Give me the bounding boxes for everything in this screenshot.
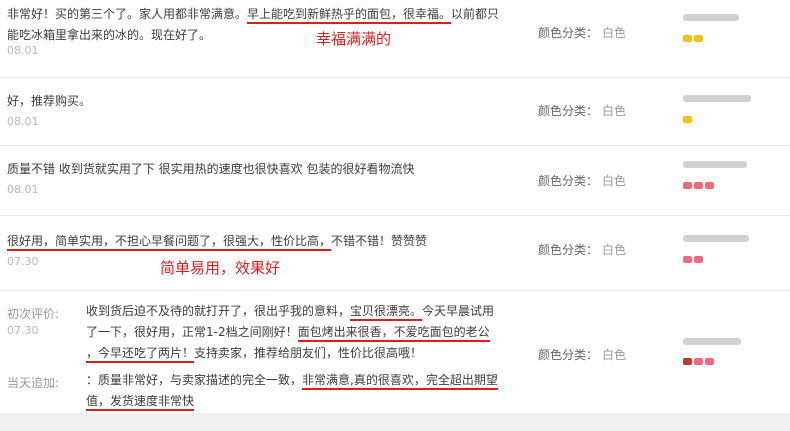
sku-label: 颜色分类： [538, 243, 599, 257]
blurred-username [683, 161, 747, 168]
review-row: 质量不错 收到货就实用了下 很实用热的速度也很快喜欢 包装的很好看物流快 08.… [0, 145, 790, 216]
append-review-label: 当天追加: [7, 376, 60, 390]
append-review-text: ：质量非常好，与卖家描述的完全一致，非常满意,真的很喜欢，完全超出期望 值，发货… [86, 370, 506, 412]
first-review-label: 初次评价: [7, 307, 60, 321]
rank-heart-icon [694, 358, 703, 365]
review-text-part: 今天早晨试用 [422, 304, 495, 318]
sku-info: 颜色分类： 白色 [538, 24, 626, 41]
review-text-highlight: 值，发货速度非常快 [86, 394, 195, 411]
reviewer-info [683, 235, 749, 266]
review-text-highlight: 非常满意,真的很喜欢，完全超出期望 [302, 373, 498, 390]
blurred-username [683, 95, 751, 102]
sku-info: 颜色分类： 白色 [538, 346, 626, 363]
sku-value: 白色 [602, 174, 627, 188]
reviewer-info [683, 14, 739, 45]
sku-info: 颜色分类： 白色 [538, 102, 626, 119]
review-text-part: 收到货后迫不及待的就打开了，很出乎我的意料， [86, 304, 351, 318]
rank-heart-icon [705, 358, 714, 365]
annotation-note: 幸福满满的 [316, 30, 392, 48]
review-date: 07.30 [7, 255, 39, 268]
rank-heart-icon [683, 358, 692, 365]
rank-heart-icon [694, 182, 703, 189]
review-text: 很好用，简单实用，不担心早餐问题了，很强大，性价比高，不错不错！赞赞赞 [7, 231, 502, 252]
review-text-highlight: ，今早还吃了两片！ [86, 346, 195, 363]
review-text-part: 不错不错！赞赞赞 [331, 234, 428, 248]
rank-heart-icon [683, 182, 692, 189]
review-text-part: 以前都只 [451, 7, 500, 21]
reviewer-info [683, 338, 741, 368]
review-row: 好，推荐购买。 08.01 颜色分类： 白色 [0, 77, 790, 146]
rank-star-icon [683, 116, 692, 123]
rank-heart-icon [683, 256, 692, 263]
sku-value: 白色 [602, 243, 627, 257]
review-text-part: 了一下，很好用，正常1-2档之间刚好！ [86, 325, 298, 339]
review-text: 质量不错 收到货就实用了下 很实用热的速度也很快喜欢 包装的很好看物流快 [7, 162, 415, 176]
review-text-part: 支持卖家，推荐给朋友们，性价比很高哦！ [194, 346, 423, 360]
review-date: 07.30 [7, 324, 39, 337]
review-text-highlight: 宝贝很漂亮。 [350, 304, 423, 321]
reviewer-info [683, 161, 747, 192]
review-text-highlight: 早上能吃到新鲜热乎的面包，很幸福。 [247, 7, 452, 24]
blurred-username [683, 338, 741, 345]
sku-label: 颜色分类： [538, 104, 599, 118]
review-text: 好，推荐购买。 [7, 94, 92, 108]
review-text-highlight: 面包烤出来很香，不爱吃面包的老公 [297, 325, 490, 342]
rank-star-icon [683, 35, 692, 42]
review-text-highlight: 很好用，简单实用，不担心早餐问题了，很强大，性价比高， [7, 234, 332, 251]
sku-label: 颜色分类： [538, 26, 599, 40]
sku-label: 颜色分类： [538, 174, 599, 188]
review-text: 收到货后迫不及待的就打开了，很出乎我的意料，宝贝很漂亮。今天早晨试用 了一下，很… [86, 301, 506, 364]
reviewer-info [683, 95, 751, 126]
blurred-username [683, 14, 739, 21]
rank-heart-icon [694, 256, 703, 263]
review-text: 非常好！买的第三个了。家人用都非常满意。早上能吃到新鲜热乎的面包，很幸福。以前都… [7, 4, 502, 46]
sku-info: 颜色分类： 白色 [538, 172, 626, 189]
review-date: 08.01 [7, 44, 39, 57]
sku-value: 白色 [602, 348, 627, 362]
review-row: 很好用，简单实用，不担心早餐问题了，很强大，性价比高，不错不错！赞赞赞 07.3… [0, 215, 790, 291]
rank-heart-icon [705, 182, 714, 189]
review-date: 08.01 [7, 115, 39, 128]
review-row: 非常好！买的第三个了。家人用都非常满意。早上能吃到新鲜热乎的面包，很幸福。以前都… [0, 0, 790, 78]
footer-bar [0, 413, 790, 431]
review-row: 初次评价: 07.30 收到货后迫不及待的就打开了，很出乎我的意料，宝贝很漂亮。… [0, 290, 790, 413]
blurred-username [683, 235, 749, 242]
sku-value: 白色 [602, 104, 627, 118]
sku-label: 颜色分类： [538, 348, 599, 362]
annotation-note: 简单易用，效果好 [160, 259, 281, 277]
sku-info: 颜色分类： 白色 [538, 241, 626, 258]
review-date: 08.01 [7, 183, 39, 196]
sku-value: 白色 [602, 26, 627, 40]
review-text-part: 非常好！买的第三个了。家人用都非常满意。 [7, 7, 248, 21]
rank-star-icon [694, 35, 703, 42]
review-text-part: 能吃冰箱里拿出来的冰的。现在好了。 [7, 28, 212, 42]
review-text-part: ：质量非常好，与卖家描述的完全一致， [86, 373, 303, 387]
